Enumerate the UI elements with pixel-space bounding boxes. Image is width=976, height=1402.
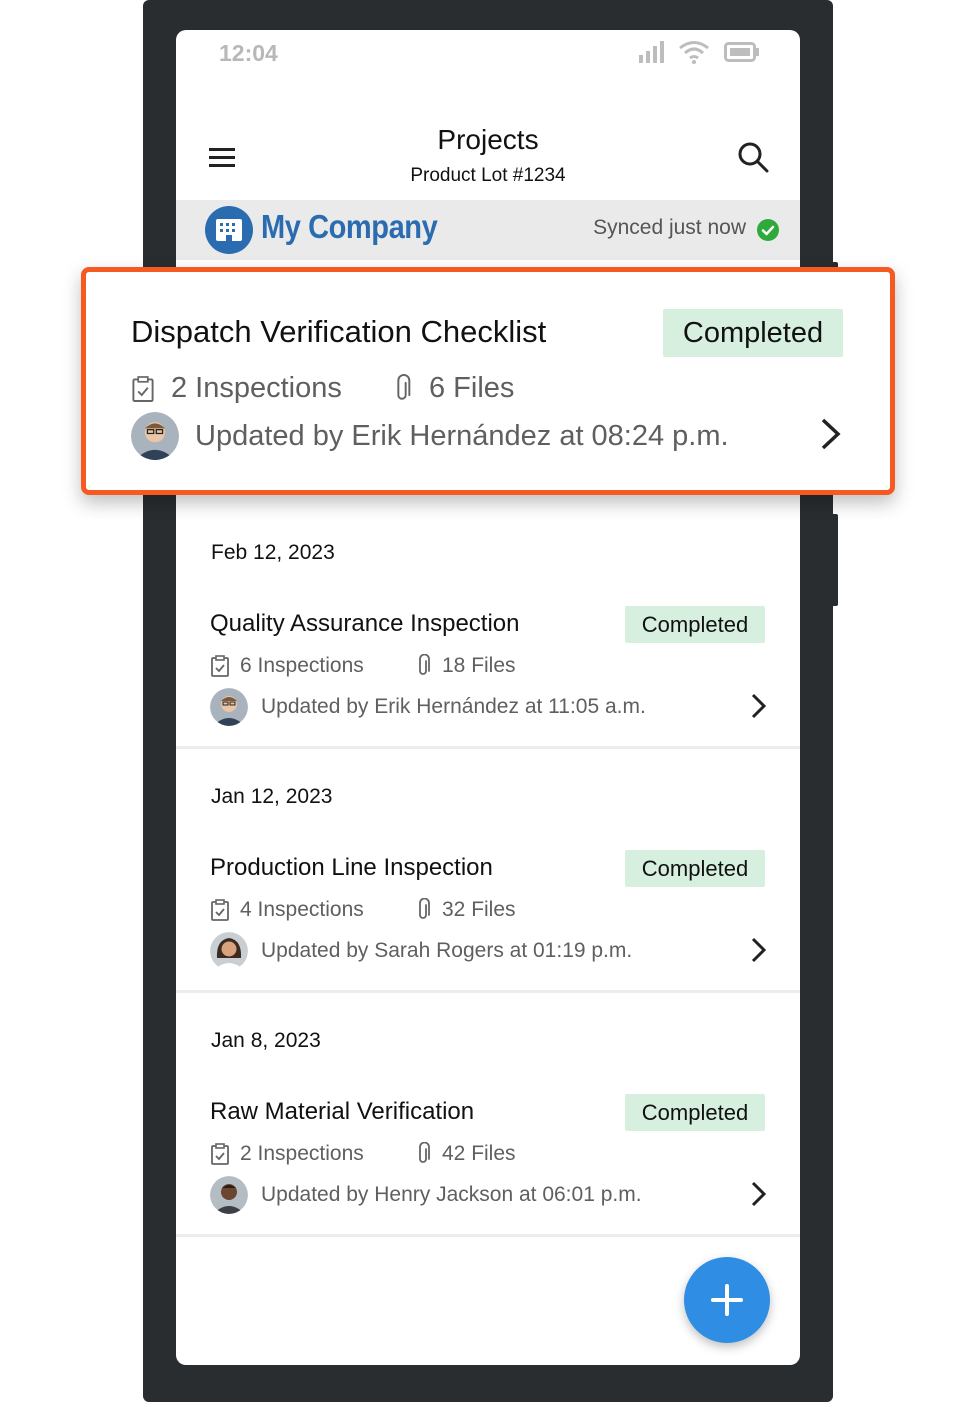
updated-line: Updated by Erik Hernández at 08:24 p.m. — [131, 412, 729, 460]
status-bar: 12:04 — [176, 30, 800, 80]
clipboard-icon — [132, 375, 154, 402]
files-count: 32 Files — [442, 898, 516, 921]
signal-icon — [639, 41, 664, 63]
paperclip-icon — [397, 373, 411, 400]
paperclip-icon — [419, 1142, 430, 1163]
phone-side-button — [831, 514, 838, 606]
files-count: 18 Files — [442, 654, 516, 677]
phone-screen: 12:04 Projects Product Lot #1234 My Comp… — [176, 30, 800, 1365]
clipboard-icon — [211, 1143, 229, 1165]
files-count: 42 Files — [442, 1142, 516, 1165]
status-badge: Completed — [625, 850, 765, 887]
entry-date: Feb 12, 2023 — [211, 541, 335, 564]
card-title: Production Line Inspection — [210, 854, 493, 881]
files-count-wrap: 42 Files — [414, 1142, 516, 1166]
app-header: Projects Product Lot #1234 — [176, 110, 800, 200]
updated-line: Updated by Henry Jackson at 06:01 p.m. — [210, 1176, 642, 1214]
paperclip-icon — [419, 654, 430, 675]
building-icon — [216, 219, 242, 241]
files-count-wrap: 32 Files — [414, 898, 516, 922]
check-circle-icon — [757, 219, 779, 241]
updated-line: Updated by Sarah Rogers at 01:19 p.m. — [210, 932, 632, 970]
status-time: 12:04 — [219, 40, 278, 66]
updated-text: Updated by Henry Jackson at 06:01 p.m. — [261, 1183, 642, 1206]
divider — [176, 1234, 800, 1237]
battery-icon — [724, 42, 759, 62]
avatar — [210, 688, 248, 726]
card-title: Dispatch Verification Checklist — [131, 314, 547, 349]
highlighted-project-card[interactable]: Dispatch Verification Checklist Complete… — [81, 267, 895, 495]
page-title: Projects — [437, 124, 539, 155]
updated-text: Updated by Sarah Rogers at 01:19 p.m. — [261, 939, 633, 962]
avatar — [210, 932, 248, 970]
inspections-count: 6 Inspections — [240, 654, 364, 677]
card-meta: 2 Inspections 42 Files — [210, 1142, 516, 1166]
updated-line: Updated by Erik Hernández at 11:05 a.m. — [210, 688, 646, 726]
company-name: My Company — [261, 208, 438, 245]
clipboard-icon — [211, 899, 229, 921]
entry-date: Jan 8, 2023 — [211, 1029, 321, 1052]
entry-date: Jan 12, 2023 — [211, 785, 333, 808]
status-badge: Completed — [663, 309, 843, 357]
search-icon — [738, 142, 769, 173]
search-button[interactable] — [736, 140, 770, 174]
project-card[interactable]: Quality Assurance Inspection Completed 6… — [176, 606, 800, 760]
chevron-right-icon — [751, 1181, 767, 1207]
card-title: Raw Material Verification — [210, 1098, 475, 1125]
updated-text: Updated by Erik Hernández at 08:24 p.m. — [195, 419, 729, 452]
inspections-count: 4 Inspections — [240, 898, 364, 921]
card-meta: 2 Inspections 6 Files — [131, 372, 514, 405]
status-badge: Completed — [625, 606, 765, 643]
paperclip-icon — [419, 898, 430, 919]
status-badge: Completed — [625, 1094, 765, 1131]
card-title: Quality Assurance Inspection — [210, 610, 520, 637]
page-subtitle: Product Lot #1234 — [410, 165, 566, 186]
divider — [176, 746, 800, 749]
updated-text: Updated by Erik Hernández at 11:05 a.m. — [261, 695, 646, 718]
files-count: 6 Files — [429, 372, 515, 404]
card-meta: 6 Inspections 18 Files — [210, 654, 516, 678]
company-bar: My Company Synced just now — [176, 200, 800, 260]
card-meta: 4 Inspections 32 Files — [210, 898, 516, 922]
files-count-wrap: 6 Files — [391, 372, 514, 405]
avatar — [210, 1176, 248, 1214]
project-card[interactable]: Production Line Inspection Completed 4 I… — [176, 850, 800, 1004]
status-icons — [638, 40, 760, 64]
inspections-count: 2 Inspections — [171, 372, 342, 404]
avatar — [131, 412, 179, 460]
chevron-right-icon — [751, 937, 767, 963]
company-logo — [205, 206, 253, 254]
sync-status: Synced just now — [593, 216, 746, 239]
plus-icon — [711, 1284, 743, 1316]
chevron-right-icon — [821, 418, 841, 450]
wifi-icon — [679, 41, 709, 64]
project-card[interactable]: Raw Material Verification Completed 2 In… — [176, 1094, 800, 1248]
files-count-wrap: 18 Files — [414, 654, 516, 678]
divider — [176, 990, 800, 993]
inspections-count: 2 Inspections — [240, 1142, 364, 1165]
add-button[interactable] — [684, 1257, 770, 1343]
clipboard-icon — [211, 655, 229, 677]
chevron-right-icon — [751, 693, 767, 719]
